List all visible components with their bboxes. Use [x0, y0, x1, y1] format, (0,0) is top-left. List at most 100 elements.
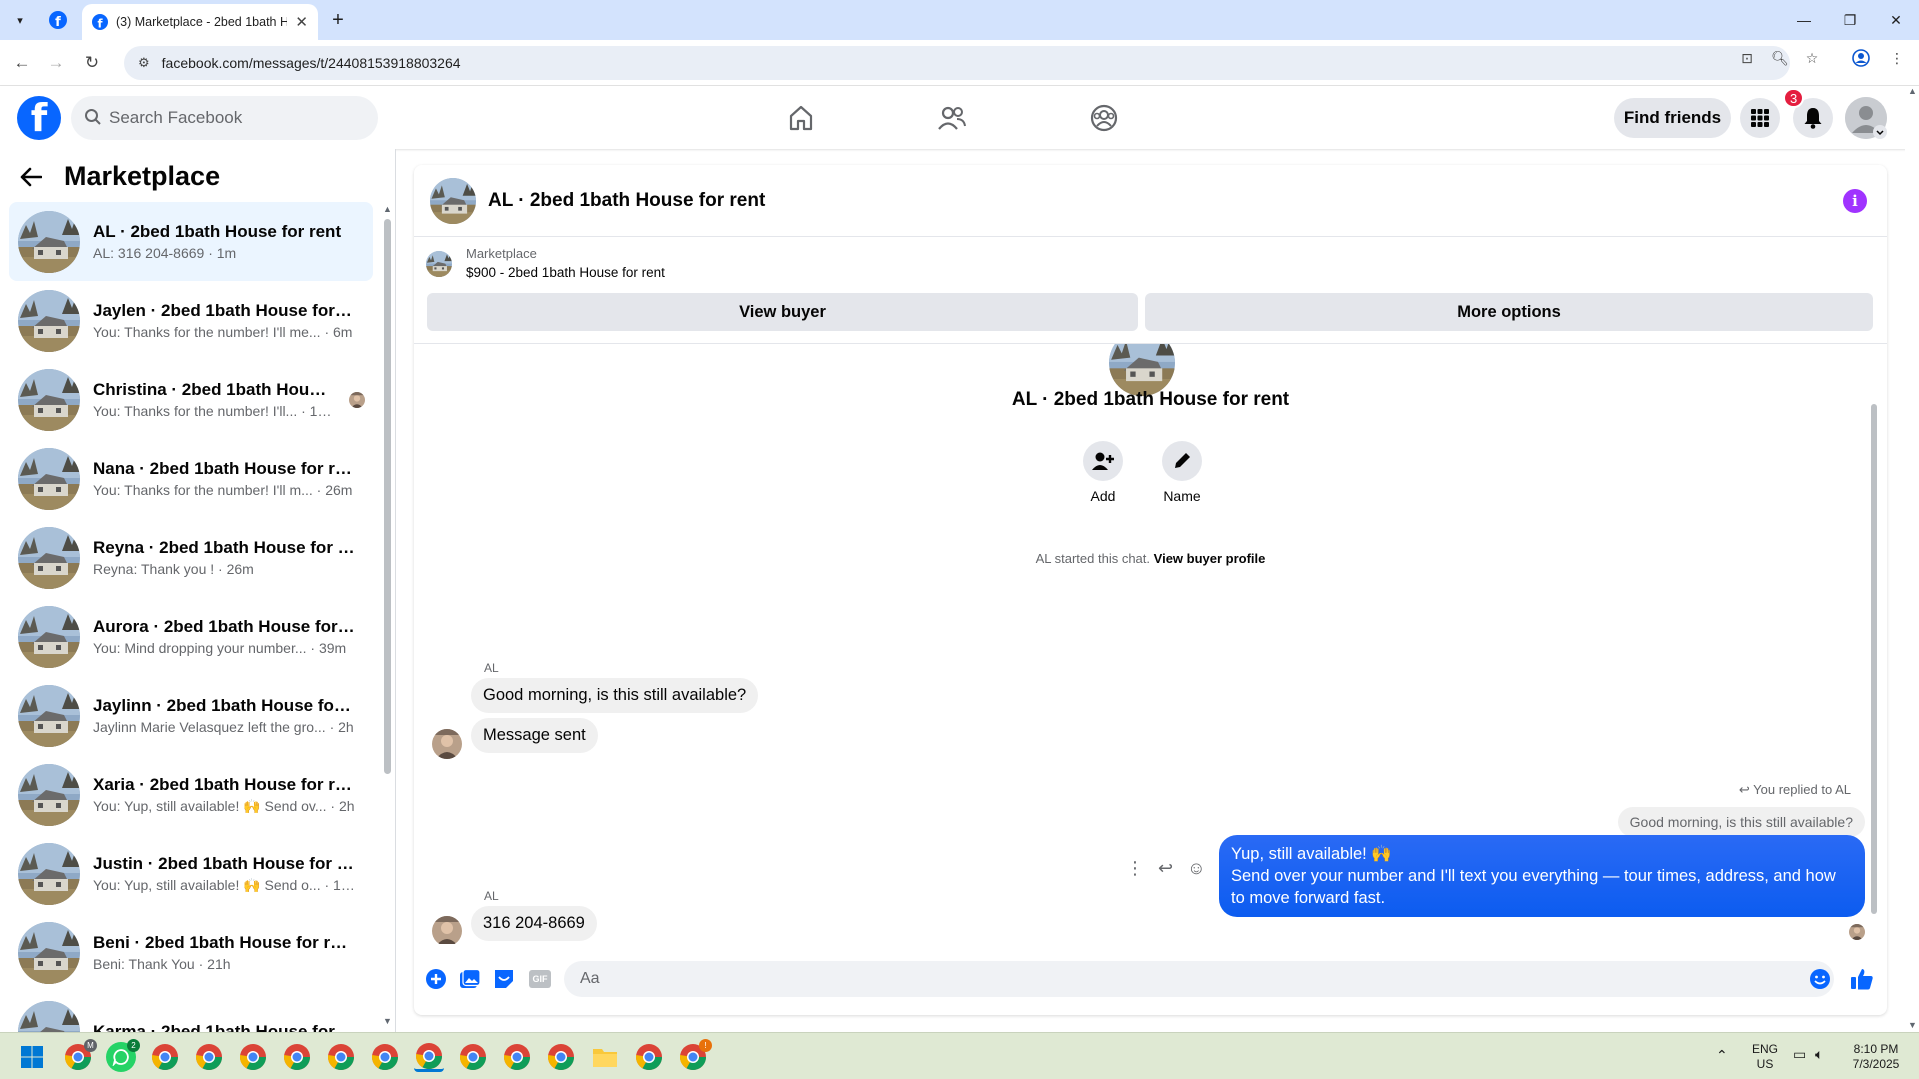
scroll-down-arrow[interactable]: ▼	[383, 1016, 392, 1026]
browser-menu-icon[interactable]: ⋮	[1887, 48, 1907, 68]
page-scroll-down[interactable]: ▼	[1908, 1020, 1917, 1030]
conversation-item[interactable]: Jaylinn · 2bed 1bath House for r... Jayli…	[9, 676, 373, 755]
quoted-message[interactable]: Good morning, is this still available?	[1617, 807, 1865, 837]
tab-search-chevron-icon[interactable]: ▾	[8, 8, 32, 32]
new-tab-button[interactable]: +	[326, 8, 350, 32]
conversation-item[interactable]: AL · 2bed 1bath House for rent AL: 316 20…	[9, 202, 373, 281]
language-indicator[interactable]: ENG US	[1752, 1042, 1778, 1072]
conversation-item[interactable]: Nana · 2bed 1bath House for rent You: Tha…	[9, 439, 373, 518]
listing-summary[interactable]: Marketplace $900 - 2bed 1bath House for …	[426, 245, 665, 283]
chrome-icon[interactable]: M	[63, 1039, 97, 1072]
scroll-up-arrow[interactable]: ▲	[383, 204, 392, 214]
chrome-icon[interactable]	[238, 1042, 268, 1072]
pinned-tab-facebook[interactable]: f	[40, 6, 76, 34]
zoom-icon[interactable]: 🔍︎	[1770, 48, 1790, 68]
conversation-preview: You: Mind dropping your number... · 39m	[93, 639, 347, 656]
chrome-icon-active[interactable]	[414, 1042, 444, 1072]
sender-avatar[interactable]	[432, 916, 462, 944]
conversation-item[interactable]: Beni · 2bed 1bath House for rent Beni: Th…	[9, 913, 373, 992]
page-scrollbar[interactable]: ▲ ▼	[1905, 86, 1919, 1032]
reply-icon: ↩	[1738, 782, 1750, 797]
add-action[interactable]: Add	[1068, 441, 1138, 504]
photo-icon[interactable]	[458, 967, 482, 991]
conversation-preview: Reyna: Thank you ! · 26m	[93, 560, 254, 577]
file-explorer-icon[interactable]	[590, 1042, 620, 1072]
chat-title[interactable]: AL · 2bed 1bath House for rent	[488, 190, 765, 212]
sidebar-scrollbar[interactable]	[384, 219, 391, 774]
more-icon[interactable]: ⋮	[1126, 858, 1144, 879]
install-app-icon[interactable]: ⊡	[1737, 48, 1757, 68]
message-input[interactable]: Aa	[564, 961, 1834, 997]
address-bar[interactable]: ⚙ facebook.com/messages/t/24408153918803…	[124, 46, 1790, 80]
page-scroll-up[interactable]: ▲	[1908, 86, 1917, 96]
back-arrow-icon[interactable]	[20, 167, 42, 187]
chrome-icon[interactable]	[546, 1042, 576, 1072]
incoming-message[interactable]: 316 204-8669	[471, 906, 597, 941]
nav-home[interactable]	[745, 86, 857, 149]
conversation-item[interactable]: Jaylen · 2bed 1bath House for rent You: T…	[9, 281, 373, 360]
chrome-icon[interactable]	[370, 1042, 400, 1072]
reply-icon[interactable]: ↩	[1158, 858, 1173, 879]
chrome-icon[interactable]	[502, 1042, 532, 1072]
conversation-item[interactable]: Aurora · 2bed 1bath House for r... You: M…	[9, 597, 373, 676]
bookmark-star-icon[interactable]: ☆	[1802, 48, 1822, 68]
chrome-icon[interactable]	[634, 1042, 664, 1072]
facebook-logo[interactable]: f	[17, 96, 61, 140]
menu-grid-button[interactable]	[1740, 98, 1780, 138]
network-icon[interactable]: ▭	[1793, 1047, 1806, 1062]
volume-icon[interactable]: 🔈︎	[1815, 1047, 1823, 1062]
windows-start-icon[interactable]	[17, 1042, 47, 1072]
back-icon[interactable]: ←	[10, 51, 34, 75]
incoming-message[interactable]: Message sent	[471, 718, 598, 753]
minimize-button[interactable]: —	[1781, 0, 1827, 40]
sender-avatar[interactable]	[432, 729, 462, 759]
chrome-icon[interactable]: !	[678, 1039, 712, 1072]
conversation-item[interactable]: Christina · 2bed 1bath House f... You: Th…	[9, 360, 373, 439]
thread-scrollbar[interactable]	[1871, 404, 1877, 914]
conversation-item[interactable]: Xaria · 2bed 1bath House for rent You: Yu…	[9, 755, 373, 834]
view-buyer-profile-link[interactable]: View buyer profile	[1154, 551, 1266, 566]
plus-icon[interactable]	[424, 967, 448, 991]
like-thumb-icon[interactable]	[1850, 967, 1874, 991]
whatsapp-icon[interactable]: 2	[106, 1039, 140, 1072]
info-icon[interactable]: i	[1843, 189, 1867, 213]
chrome-icon[interactable]	[282, 1042, 312, 1072]
reload-icon[interactable]: ↻	[80, 51, 104, 75]
chrome-icon[interactable]	[150, 1042, 180, 1072]
account-avatar-button[interactable]	[1845, 97, 1887, 139]
conversation-item[interactable]: Justin · 2bed 1bath House for rent You: Y…	[9, 834, 373, 913]
find-friends-button[interactable]: Find friends	[1614, 98, 1731, 138]
chat-avatar[interactable]	[430, 178, 476, 224]
conversation-item[interactable]: Reyna · 2bed 1bath House for rent Reyna: …	[9, 518, 373, 597]
clock[interactable]: 8:10 PM 7/3/2025	[1845, 1042, 1907, 1072]
sticker-icon[interactable]	[492, 967, 516, 991]
conversation-name: Karma · 2bed 1bath House for rent	[93, 1021, 355, 1033]
gif-icon[interactable]: GIF	[528, 967, 552, 991]
profile-icon[interactable]	[1851, 48, 1871, 68]
nav-groups[interactable]	[1048, 86, 1160, 149]
incoming-message[interactable]: Good morning, is this still available?	[471, 678, 759, 713]
outgoing-message[interactable]: Yup, still available! 🙌 Send over your n…	[1219, 835, 1865, 917]
emoji-icon[interactable]	[1808, 967, 1832, 991]
chat-header: AL · 2bed 1bath House for rent i	[414, 165, 1887, 237]
nav-friends[interactable]	[896, 86, 1008, 149]
more-options-button[interactable]: More options	[1145, 293, 1873, 331]
view-buyer-button[interactable]: View buyer	[427, 293, 1138, 331]
seen-avatar	[1849, 924, 1865, 940]
forward-icon[interactable]: →	[44, 51, 68, 75]
tray-chevron-icon[interactable]: ⌃	[1716, 1048, 1728, 1063]
react-emoji-icon[interactable]: ☺	[1187, 858, 1205, 879]
search-facebook-input[interactable]: Search Facebook	[71, 96, 378, 140]
site-info-icon[interactable]: ⚙	[138, 55, 150, 71]
chrome-icon[interactable]	[458, 1042, 488, 1072]
windows-taskbar: M 2 ! ⌃ ENG US ▭ 🔈︎ 8:10 PM 7/3/2025	[0, 1032, 1919, 1079]
conversation-preview: You: Yup, still available! 🙌 Send o... ·…	[93, 876, 355, 893]
conversation-item[interactable]: Karma · 2bed 1bath House for rent	[9, 992, 373, 1032]
chrome-icon[interactable]	[194, 1042, 224, 1072]
tab-active[interactable]: f (3) Marketplace - 2bed 1bath H ✕	[82, 4, 318, 40]
tab-close-icon[interactable]: ✕	[295, 13, 308, 31]
name-action[interactable]: Name	[1147, 441, 1217, 504]
chrome-icon[interactable]	[326, 1042, 356, 1072]
close-window-button[interactable]: ✕	[1873, 0, 1919, 40]
restore-button[interactable]: ❐	[1827, 0, 1873, 40]
